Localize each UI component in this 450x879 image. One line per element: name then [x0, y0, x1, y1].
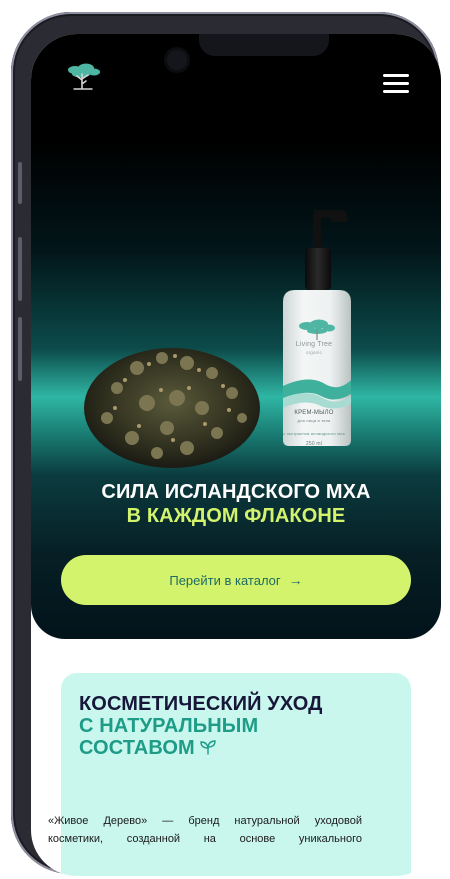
product-bottle-image: Living Tree organic КРЕМ-МЫЛО для лица и… [269, 208, 359, 448]
hero-section: Living Tree organic КРЕМ-МЫЛО для лица и… [31, 34, 441, 639]
catalog-button-label: Перейти в каталог [169, 572, 281, 588]
tree-logo-icon[interactable] [65, 62, 101, 94]
phone-button [18, 237, 22, 301]
phone-button [18, 162, 22, 204]
about-title: КОСМЕТИЧЕСКИЙ УХОД С НАТУРАЛЬНЫМ СОСТАВО… [79, 693, 399, 759]
phone-frame: Living Tree organic КРЕМ-МЫЛО для лица и… [11, 12, 441, 876]
about-title-line3: СОСТАВОМ [79, 737, 195, 759]
camera-icon [167, 50, 187, 70]
phone-screen: Living Tree organic КРЕМ-МЫЛО для лица и… [31, 34, 441, 876]
hero-title-line2: В КАЖДОМ ФЛАКОНЕ [126, 505, 346, 527]
catalog-button[interactable]: Перейти в каталог → [61, 555, 411, 605]
about-paragraph-line2: косметики, созданной на основе уникально… [48, 833, 362, 845]
about-title-line1: КОСМЕТИЧЕСКИЙ УХОД [79, 693, 323, 715]
hero-title: СИЛА ИСЛАНДСКОГО МХА В КАЖДОМ ФЛАКОНЕ [31, 480, 441, 528]
hero-title-line1: СИЛА ИСЛАНДСКОГО МХА [101, 481, 371, 503]
moss-image [84, 348, 260, 468]
arrow-right-icon: → [288, 572, 303, 588]
sprout-leaf-icon [200, 740, 216, 755]
phone-button [18, 317, 22, 381]
phone-notch [199, 34, 329, 56]
about-paragraph: «Живое Дерево» — бренд натуральной уходо… [48, 812, 362, 848]
about-paragraph-line1: «Живое Дерево» — бренд натуральной уходо… [48, 815, 362, 827]
about-title-line2: С НАТУРАЛЬНЫМ [79, 715, 259, 737]
hamburger-menu-icon[interactable] [383, 74, 409, 96]
